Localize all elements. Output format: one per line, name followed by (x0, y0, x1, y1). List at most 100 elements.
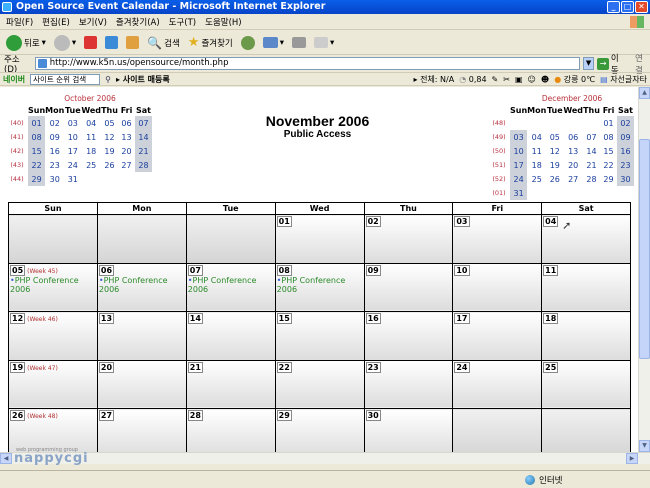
mini-day[interactable]: 27 (563, 172, 583, 186)
mini-day[interactable]: 05 (546, 130, 563, 144)
mini-day[interactable]: 28 (135, 158, 153, 172)
mini-day[interactable]: 01 (600, 116, 617, 130)
mini-day[interactable]: 24 (64, 158, 81, 172)
forward-button[interactable]: ▾ (52, 33, 78, 53)
day-cell[interactable]: 23 (363, 359, 454, 409)
day-number[interactable]: 04 (543, 216, 559, 227)
day-number[interactable]: 27 (98, 410, 115, 421)
week-link[interactable]: (Week 48) (27, 413, 58, 420)
day-cell[interactable]: 08 •PHP Conference 2006 (274, 262, 365, 312)
day-number[interactable]: 21 (187, 361, 203, 373)
mini-day[interactable]: 19 (546, 158, 563, 172)
day-number[interactable]: 02 (365, 216, 381, 227)
day-number[interactable]: 25 (543, 361, 559, 373)
day-number[interactable]: 15 (276, 313, 292, 324)
mini-day[interactable]: 22 (600, 158, 617, 172)
mini-week-link[interactable]: (49) (488, 130, 510, 144)
mini-next-title[interactable]: December 2006 (488, 93, 634, 104)
mini-day[interactable]: 23 (45, 158, 64, 172)
day-cell[interactable]: 05 (Week 45) •PHP Conference 2006 (8, 262, 98, 312)
day-cell[interactable]: 17 (452, 311, 543, 361)
mini-day[interactable]: 02 (617, 116, 635, 130)
back-dropdown-icon[interactable]: ▾ (42, 38, 46, 48)
day-number[interactable]: 16 (365, 313, 381, 324)
extra-link[interactable]: ▤ 자선글자타 (600, 74, 650, 85)
mini-day[interactable]: 26 (546, 172, 563, 186)
mail-button[interactable]: ▾ (261, 33, 286, 53)
day-cell[interactable]: 03 (452, 214, 543, 264)
day-number[interactable]: 07 (187, 264, 203, 276)
day-cell[interactable]: 24 (452, 359, 543, 409)
mini-day[interactable]: 21 (583, 158, 600, 172)
day-cell[interactable]: 25 (541, 359, 631, 409)
mini-day[interactable]: 14 (135, 130, 153, 144)
mini-day[interactable]: 27 (118, 158, 135, 172)
day-cell[interactable]: 26 (Week 48) (8, 408, 98, 452)
day-cell[interactable]: 11 (541, 262, 631, 312)
day-number[interactable]: 29 (276, 410, 292, 421)
event-entry[interactable]: •PHP Conference 2006 (277, 276, 363, 294)
mini-day[interactable]: 16 (617, 144, 635, 158)
edit-dropdown-icon[interactable]: ▾ (330, 38, 334, 48)
mini-day[interactable]: 28 (583, 172, 600, 186)
day-number[interactable]: 24 (454, 361, 470, 373)
mini-day[interactable]: 31 (510, 186, 528, 200)
footer-logo[interactable]: web programming group nappycgi (14, 447, 89, 466)
day-number[interactable]: 09 (365, 264, 381, 276)
day-cell[interactable]: 09 (363, 262, 454, 312)
back-button[interactable]: 뒤로 ▾ (4, 33, 48, 53)
mini-day[interactable]: 23 (617, 158, 635, 172)
day-cell[interactable]: 22 (274, 359, 365, 409)
scroll-down-icon[interactable]: ▼ (639, 440, 650, 452)
day-number[interactable]: 20 (98, 361, 115, 373)
mini-week-link[interactable]: (44) (6, 172, 28, 186)
mini-day[interactable]: 26 (101, 158, 118, 172)
day-number[interactable]: 22 (276, 361, 292, 373)
minimize-button[interactable]: _ (607, 1, 620, 13)
mini-day[interactable]: 17 (64, 144, 81, 158)
chat-icon[interactable]: ☺ (528, 75, 536, 84)
day-cell[interactable]: 29 (274, 408, 365, 452)
refresh-button[interactable] (103, 33, 120, 53)
mini-day[interactable]: 12 (546, 144, 563, 158)
event-entry[interactable]: •PHP Conference 2006 (10, 276, 96, 294)
day-cell[interactable]: 02 (363, 214, 454, 264)
week-link[interactable]: (Week 47) (27, 365, 58, 372)
mini-day[interactable]: 15 (600, 144, 617, 158)
history-button[interactable] (239, 33, 257, 53)
mini-day[interactable]: 29 (600, 172, 617, 186)
close-button[interactable]: ✕ (635, 1, 648, 13)
address-input[interactable]: http://www.k5n.us/opensource/month.php (34, 57, 580, 70)
day-cell[interactable]: 13 (96, 311, 187, 361)
address-dropdown-icon[interactable]: ▼ (582, 57, 595, 70)
scroll-up-icon[interactable]: ▲ (639, 87, 650, 99)
menu-help[interactable]: 도움말(H) (205, 16, 241, 28)
pencil-icon[interactable]: ✎ (492, 75, 499, 84)
day-cell[interactable]: 04 ➚ (541, 214, 631, 264)
site-register-link[interactable]: ▸ 사이트 매등록 (116, 74, 170, 85)
day-cell[interactable]: 14 (185, 311, 276, 361)
mini-week-link[interactable]: (40) (6, 116, 28, 130)
day-cell[interactable]: 16 (363, 311, 454, 361)
day-cell[interactable]: 06 •PHP Conference 2006 (96, 262, 187, 312)
mini-day[interactable]: 31 (64, 172, 81, 186)
day-cell[interactable]: 07 •PHP Conference 2006 (185, 262, 276, 312)
menu-edit[interactable]: 편집(E) (42, 16, 70, 28)
mini-day[interactable]: 06 (118, 116, 135, 130)
horizontal-scrollbar[interactable]: ◀ ▶ web programming group nappycgi (0, 447, 650, 466)
mini-week-link[interactable]: (01) (488, 186, 510, 200)
day-cell[interactable]: 27 (96, 408, 187, 452)
mini-day[interactable]: 29 (28, 172, 46, 186)
mini-day[interactable]: 03 (510, 130, 528, 144)
mini-week-link[interactable]: (52) (488, 172, 510, 186)
weather-display[interactable]: ● 강릉 0℃ (554, 74, 595, 85)
naver-logo[interactable]: 네이버 (3, 74, 25, 85)
mini-day[interactable]: 10 (510, 144, 528, 158)
day-number[interactable]: 14 (187, 313, 203, 324)
menu-tools[interactable]: 도구(T) (169, 16, 196, 28)
mini-prev-title[interactable]: October 2006 (6, 93, 152, 104)
site-search-input[interactable]: 사이트 순위 검색 (30, 73, 101, 85)
day-number[interactable]: 05 (10, 264, 26, 276)
mini-day[interactable]: 01 (28, 116, 46, 130)
day-number[interactable]: 18 (543, 313, 559, 324)
